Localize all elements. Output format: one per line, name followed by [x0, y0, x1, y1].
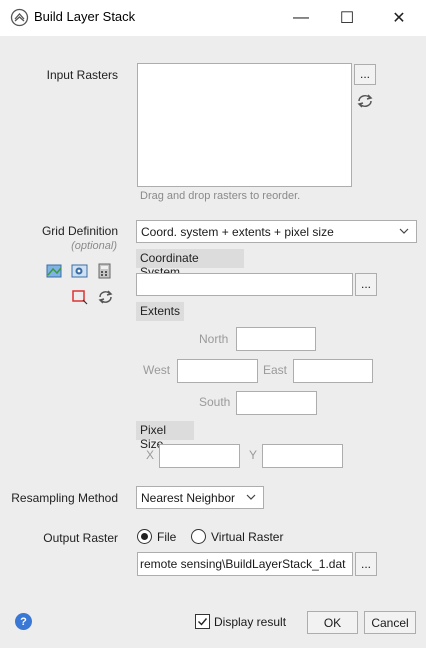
radio-selected-dot: [141, 533, 148, 540]
file-radio[interactable]: File: [137, 529, 176, 544]
grid-definition-dropdown[interactable]: Coord. system + extents + pixel size: [136, 220, 417, 243]
resampling-selected: Nearest Neighbor: [141, 490, 236, 505]
virtual-raster-radio-button[interactable]: [191, 529, 206, 544]
resampling-label: Resampling Method: [11, 491, 118, 505]
optional-label: (optional): [71, 240, 117, 252]
extents-header: Extents: [136, 302, 184, 321]
window-title: Build Layer Stack: [34, 9, 136, 24]
east-label: East: [263, 363, 288, 377]
help-icon-glyph: ?: [20, 615, 27, 628]
west-label: West: [143, 363, 171, 377]
reset-icon[interactable]: [97, 289, 114, 305]
south-label: South: [199, 395, 231, 409]
file-radio-label: File: [157, 529, 177, 544]
checkmark-icon: [198, 618, 208, 626]
calculator-icon[interactable]: [97, 263, 112, 279]
pixel-y-input[interactable]: [262, 444, 343, 468]
dialog-body: Input Rasters ... Drag and drop rasters …: [0, 36, 426, 648]
input-rasters-list[interactable]: [137, 63, 352, 187]
pixel-y-label: Y: [249, 448, 258, 462]
pixel-size-header: Pixel Size: [136, 421, 194, 451]
cancel-button[interactable]: Cancel: [364, 611, 416, 634]
title-bar: Build Layer Stack — ☐ ✕: [0, 0, 426, 36]
output-path-input[interactable]: remote sensing\BuildLayerStack_1.dat: [137, 552, 353, 576]
import-from-view-icon[interactable]: [71, 263, 89, 279]
help-icon[interactable]: ?: [15, 613, 32, 630]
output-browse-button[interactable]: ...: [355, 552, 377, 576]
virtual-raster-radio[interactable]: Virtual Raster: [191, 529, 283, 544]
virtual-raster-radio-label: Virtual Raster: [211, 529, 284, 544]
app-icon: [10, 8, 29, 27]
resampling-dropdown[interactable]: Nearest Neighbor: [136, 486, 264, 509]
close-button[interactable]: ✕: [376, 4, 422, 32]
minimize-button[interactable]: —: [278, 4, 324, 32]
west-input[interactable]: [177, 359, 258, 383]
minimize-icon: —: [293, 9, 309, 26]
input-rasters-label: Input Rasters: [46, 68, 118, 82]
refresh-icon[interactable]: [356, 93, 374, 109]
maximize-icon: ☐: [339, 10, 355, 27]
pixel-x-label: X: [146, 448, 155, 462]
coordinate-system-browse-button[interactable]: ...: [355, 273, 377, 296]
file-radio-button[interactable]: [137, 529, 152, 544]
grid-definition-label: Grid Definition: [41, 224, 118, 238]
import-from-raster-icon[interactable]: [46, 263, 64, 279]
chevron-down-icon: [245, 491, 257, 506]
input-rasters-hint: Drag and drop rasters to reorder.: [140, 190, 301, 202]
display-result-check[interactable]: [195, 614, 210, 629]
east-input[interactable]: [293, 359, 373, 383]
display-result-label: Display result: [214, 614, 287, 629]
north-label: North: [199, 332, 229, 346]
south-input[interactable]: [236, 391, 317, 415]
ok-button[interactable]: OK: [307, 611, 358, 634]
coordinate-system-header: Coordinate System: [136, 249, 244, 279]
input-rasters-browse-button[interactable]: ...: [354, 64, 376, 85]
coordinate-system-field[interactable]: [136, 273, 353, 296]
north-input[interactable]: [236, 327, 316, 351]
display-result-checkbox[interactable]: Display result: [195, 614, 286, 629]
output-raster-label: Output Raster: [43, 531, 118, 545]
chevron-down-icon: [398, 225, 410, 240]
grid-definition-selected: Coord. system + extents + pixel size: [141, 224, 334, 239]
maximize-button[interactable]: ☐: [324, 4, 370, 32]
close-icon: ✕: [392, 10, 406, 27]
pixel-x-input[interactable]: [159, 444, 240, 468]
draw-extent-icon[interactable]: [71, 289, 89, 305]
